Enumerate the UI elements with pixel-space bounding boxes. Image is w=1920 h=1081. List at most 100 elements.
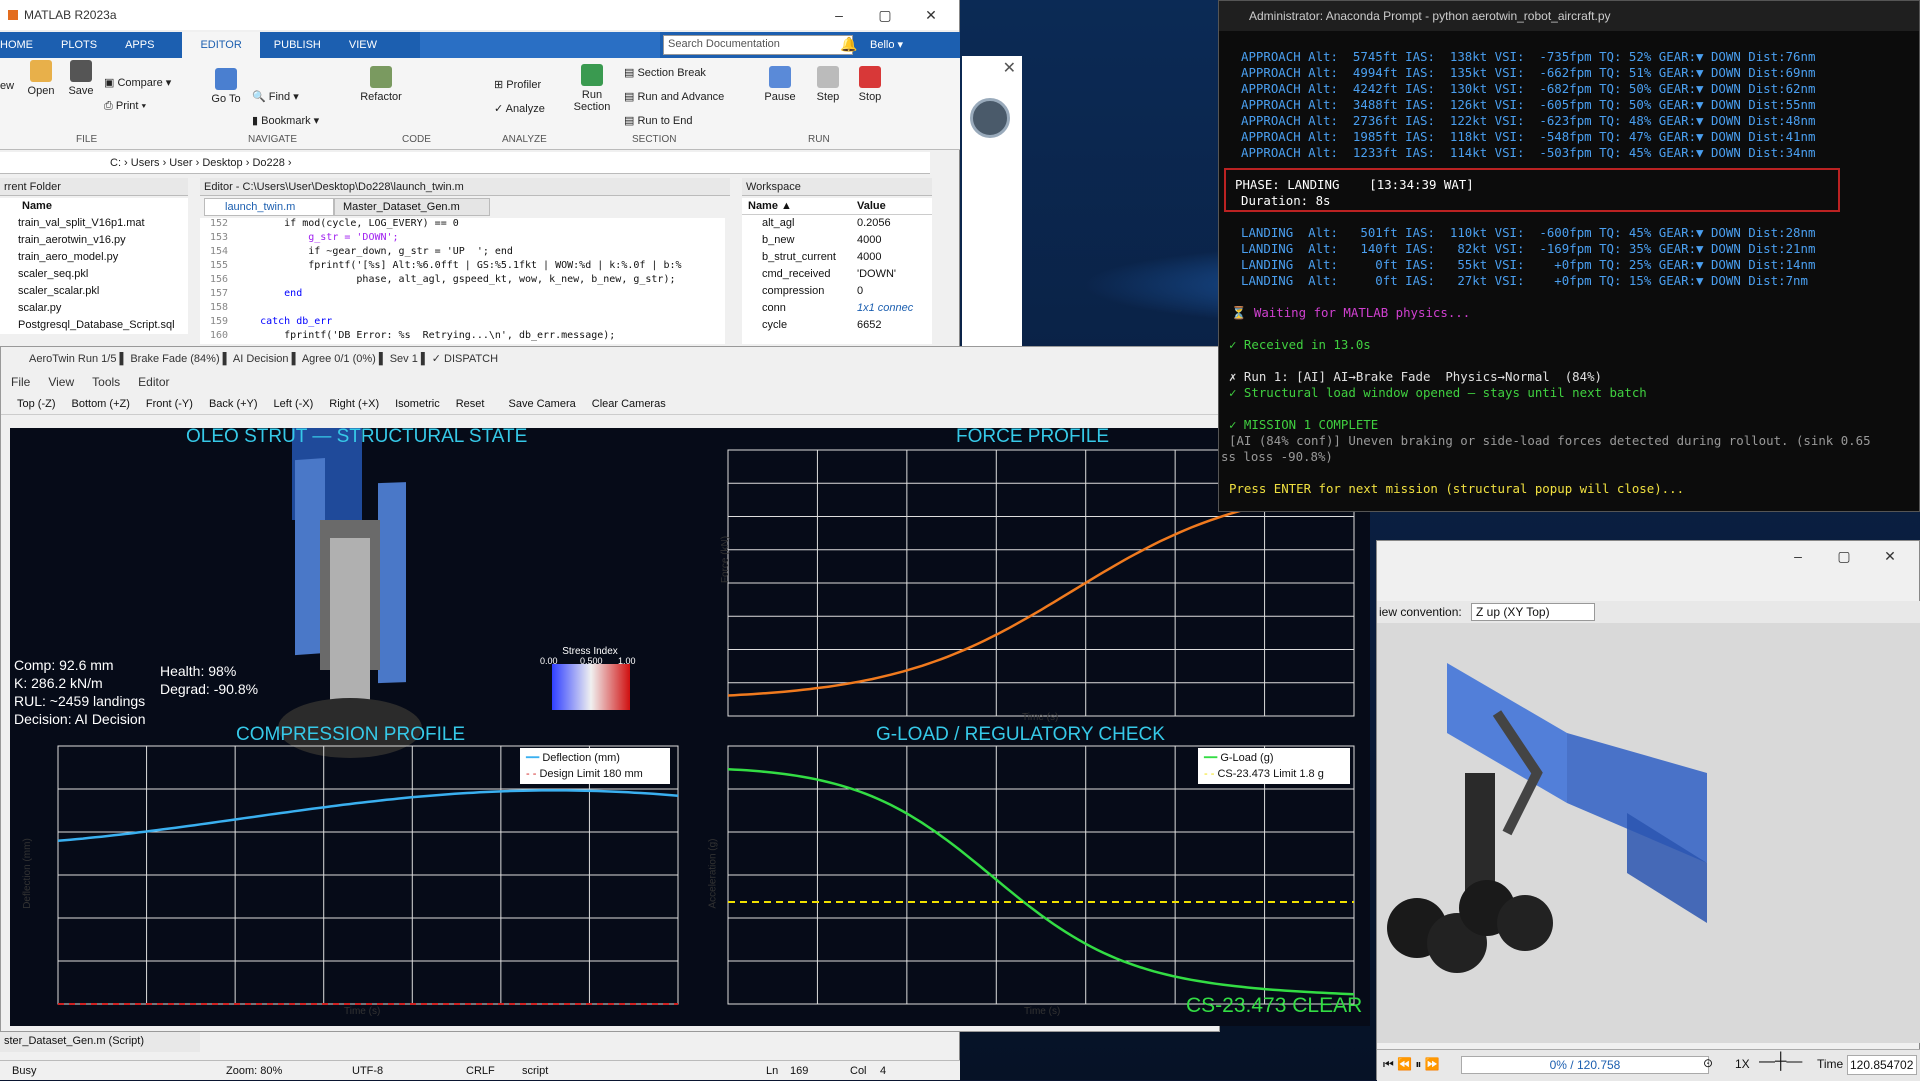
editor-header: Editor - C:\Users\User\Desktop\Do228\lau… [200, 178, 730, 196]
quick-access-toolbar[interactable] [420, 32, 660, 58]
list-item[interactable]: train_val_split_V16p1.mat [0, 215, 188, 232]
view-isometric-button[interactable]: Isometric [395, 393, 440, 414]
stop-button[interactable]: Stop [854, 66, 886, 103]
window-title: MATLAB R2023a [24, 8, 117, 22]
anaconda-terminal[interactable]: Administrator: Anaconda Prompt - python … [1218, 0, 1920, 512]
print-button[interactable]: ⎙ Print ▾ [104, 100, 146, 113]
profiler-button[interactable]: ⊞ Profiler [494, 78, 541, 91]
maximize-icon[interactable]: ▢ [1821, 541, 1867, 571]
close-icon[interactable]: ✕ [1867, 541, 1913, 571]
view-top-button[interactable]: Top (-Z) [17, 393, 56, 414]
table-row[interactable]: alt_agl 0.2056 [742, 215, 932, 232]
address-bar[interactable]: C: › Users › User › Desktop › Do228 › [0, 152, 930, 174]
close-icon[interactable]: ✕ [1003, 58, 1016, 78]
open-button[interactable]: Open [26, 60, 56, 97]
speed-slider[interactable]: —┼— [1759, 1053, 1802, 1071]
3d-viewport[interactable] [1377, 623, 1920, 1043]
clear-cameras-button[interactable]: Clear Cameras [592, 393, 666, 414]
force-title: FORCE PROFILE [956, 426, 1110, 447]
view-front-button[interactable]: Front (-Y) [146, 393, 193, 414]
pause-button[interactable]: Pause [762, 66, 798, 103]
close-icon[interactable]: ✕ [908, 0, 954, 30]
strut-title: OLEO STRUT — STRUCTURAL STATE [186, 426, 528, 447]
new-button[interactable]: ew [0, 80, 14, 92]
menu-view[interactable]: View [48, 371, 74, 393]
playback-controls[interactable]: ⏮ ⏪ ⏸ ⏩ [1383, 1057, 1440, 1072]
tab-view[interactable]: VIEW [335, 32, 391, 58]
list-item[interactable]: scaler_scalar.pkl [0, 283, 188, 300]
refactor-button[interactable]: Refactor [356, 66, 406, 103]
search-documentation-input[interactable]: Search Documentation [663, 35, 853, 55]
ai-note-line: ss loss -90.8%) [1221, 449, 1333, 464]
list-item[interactable]: train_aerotwin_v16.py [0, 232, 188, 249]
tab-apps[interactable]: APPS [111, 32, 168, 58]
path-segment[interactable]: Do228 [252, 157, 284, 169]
gload-xlabel: Time (s) [1024, 1006, 1061, 1017]
table-row[interactable]: cmd_received 'DOWN' [742, 266, 932, 283]
list-item[interactable]: train_aero_model.py [0, 249, 188, 266]
table-row[interactable]: compression 0 [742, 283, 932, 300]
tab-launch-twin[interactable]: launch_twin.m [204, 198, 334, 216]
run-section-button[interactable]: Run Section [570, 64, 614, 113]
goto-button[interactable]: Go To [208, 68, 244, 105]
tab-home[interactable]: HOME [0, 32, 47, 58]
avatar[interactable] [970, 98, 1010, 138]
path-segment[interactable]: User [169, 157, 192, 169]
tab-master-dataset[interactable]: Master_Dataset_Gen.m [334, 198, 490, 216]
save-button[interactable]: Save [66, 60, 96, 97]
run-section-icon [581, 64, 603, 86]
tab-editor[interactable]: EDITOR [182, 32, 260, 58]
bookmark-button[interactable]: ▮ Bookmark ▾ [252, 114, 319, 127]
reset-button[interactable]: Reset [456, 393, 485, 414]
plot-canvas[interactable]: Stress Index 0.00 0.500 1.00 OLEO STRUT … [10, 426, 1370, 1026]
file-details-bar[interactable]: ster_Dataset_Gen.m (Script) [0, 1030, 200, 1052]
step-button[interactable]: Step [812, 66, 844, 103]
bell-icon[interactable]: 🔔 [840, 36, 857, 53]
playback-progress[interactable]: 0% / 120.758 [1461, 1056, 1709, 1074]
structural-line: ✓ Structural load window opened — stays … [1229, 385, 1647, 400]
run-to-end-button[interactable]: ▤ Run to End [624, 114, 693, 127]
table-row[interactable]: b_strut_current 4000 [742, 249, 932, 266]
view-right-button[interactable]: Right (+X) [329, 393, 379, 414]
column-header[interactable]: Value [857, 198, 886, 214]
analyze-button[interactable]: ✓ Analyze [494, 102, 545, 115]
aerotwin-title: AeroTwin Run 1/5 ▌ Brake Fade (84%) ▌ AI… [29, 353, 499, 365]
gload-legend: ━━ G-Load (g) - - CS-23.473 Limit 1.8 g [1198, 748, 1350, 784]
view-back-button[interactable]: Back (+Y) [209, 393, 258, 414]
user-menu[interactable]: Bello ▾ [870, 32, 903, 58]
table-row[interactable]: b_new 4000 [742, 232, 932, 249]
tab-publish[interactable]: PUBLISH [260, 32, 335, 58]
section-break-button[interactable]: ▤ Section Break [624, 66, 706, 79]
table-row[interactable]: cycle 6652 [742, 317, 932, 334]
tab-plots[interactable]: PLOTS [47, 32, 111, 58]
view-bottom-button[interactable]: Bottom (+Z) [72, 393, 130, 414]
log-line: APPROACH Alt: 2736ft IAS: 122kt VSI: -62… [1241, 113, 1816, 128]
path-segment[interactable]: Desktop [202, 157, 242, 169]
column-header[interactable]: Name [0, 198, 188, 215]
column-header[interactable]: Name ▲ [742, 198, 857, 214]
find-button[interactable]: 🔍 Find ▾ [252, 90, 299, 103]
list-item[interactable]: Postgresql_Database_Script.sql [0, 317, 188, 334]
minimize-icon[interactable]: – [816, 0, 862, 30]
maximize-icon[interactable]: ▢ [862, 0, 908, 30]
table-row[interactable]: conn 1x1 connec [742, 300, 932, 317]
menu-tools[interactable]: Tools [92, 371, 120, 393]
path-segment[interactable]: C: [110, 157, 121, 169]
view-convention-select[interactable]: Z up (XY Top) [1471, 603, 1595, 621]
minimize-icon[interactable]: – [1775, 541, 1821, 571]
menu-file[interactable]: File [11, 371, 30, 393]
run-and-advance-button[interactable]: ▤ Run and Advance [624, 90, 724, 103]
path-segment[interactable]: Users [131, 157, 160, 169]
speed-value[interactable]: 1X [1735, 1057, 1750, 1071]
code-editor[interactable]: 152 if mod(cycle, LOG_EVERY) == 0 153 g_… [200, 218, 725, 344]
menu-editor[interactable]: Editor [138, 371, 169, 393]
list-item[interactable]: scalar.py [0, 300, 188, 317]
list-item[interactable]: scaler_seq.pkl [0, 266, 188, 283]
time-value[interactable]: 120.854702 [1847, 1055, 1917, 1075]
save-camera-button[interactable]: Save Camera [508, 393, 575, 414]
view-left-button[interactable]: Left (-X) [274, 393, 314, 414]
workspace-table: Name ▲ Value alt_agl 0.2056 b_new 4000 b_st… [742, 198, 932, 344]
compression-ylabel: Deflection (mm) [21, 838, 33, 909]
compare-button[interactable]: ▣ Compare ▾ [104, 76, 171, 89]
record-icon[interactable]: ⊙ [1703, 1056, 1713, 1070]
